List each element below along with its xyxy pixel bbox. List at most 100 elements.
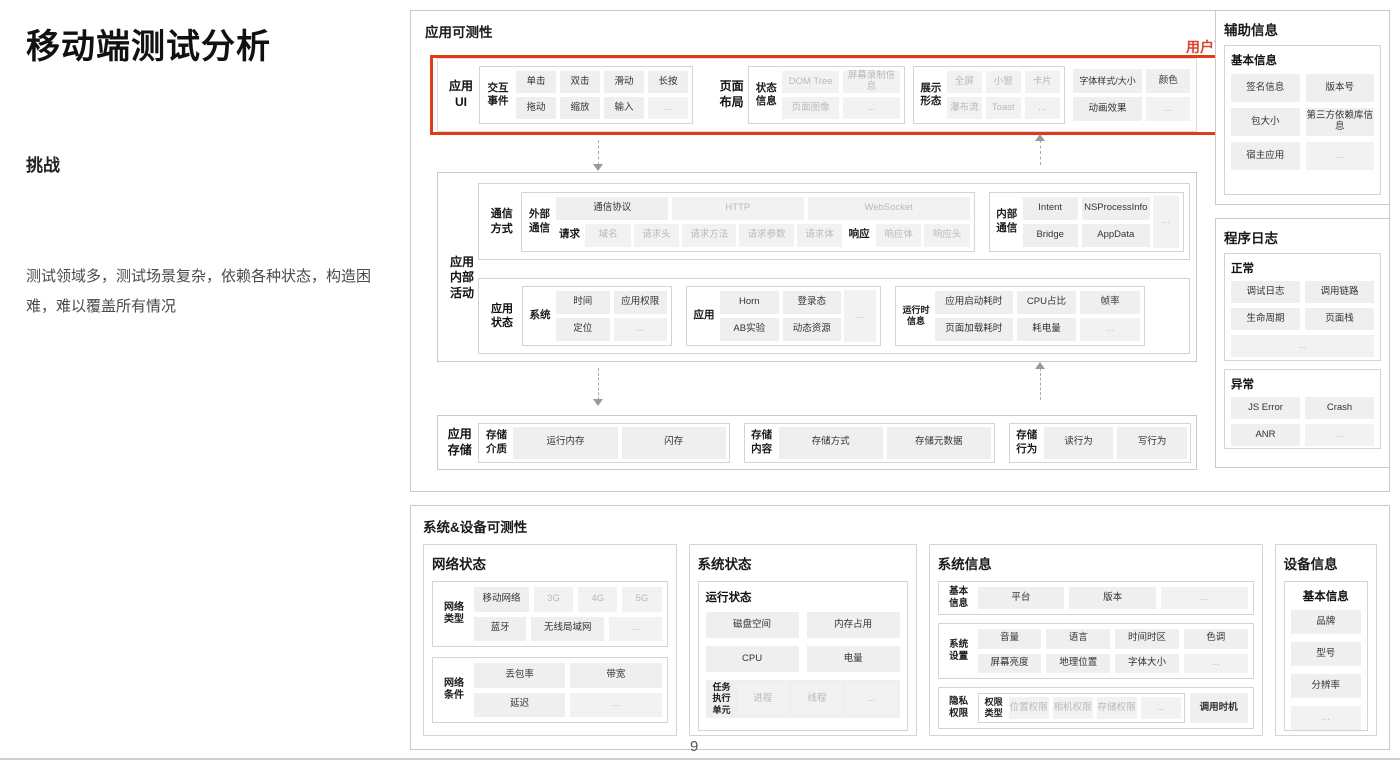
chip-log-normal-more[interactable]: ... bbox=[1231, 335, 1374, 357]
chip-log-normal[interactable]: 页面栈 bbox=[1305, 308, 1374, 330]
chip-internal-comm[interactable]: AppData bbox=[1081, 223, 1150, 247]
chip-aux-basic[interactable]: 第三方依赖库信息 bbox=[1305, 108, 1374, 136]
chip-permission[interactable]: 存储权限 bbox=[1096, 697, 1137, 719]
chip-storage-behavior[interactable]: 读行为 bbox=[1043, 426, 1114, 459]
chip-sys-setting[interactable]: 字体大小 bbox=[1115, 653, 1179, 673]
chip-sys-setting[interactable]: 音量 bbox=[977, 629, 1042, 649]
chip-interaction[interactable]: 缩放 bbox=[560, 97, 600, 119]
chip-task-unit-more[interactable]: ... bbox=[846, 683, 897, 715]
chip-storage-medium[interactable]: 运行内存 bbox=[513, 426, 618, 459]
chip-running-state[interactable]: CPU bbox=[705, 646, 799, 672]
chip-network-condition[interactable]: 丢包率 bbox=[474, 663, 566, 688]
chip-runtime[interactable]: CPU占比 bbox=[1016, 291, 1077, 314]
chip-sysinfo-basic[interactable]: 版本 bbox=[1069, 587, 1156, 609]
chip-protocol-websocket[interactable]: WebSocket bbox=[807, 196, 970, 220]
chip-aux-basic[interactable]: 宿主应用 bbox=[1231, 142, 1300, 170]
chip-app-state-application[interactable]: 动态资源 bbox=[782, 318, 841, 341]
chip-network-4g[interactable]: 4G bbox=[578, 587, 618, 612]
chip-app-state-system[interactable]: 应用权限 bbox=[613, 291, 667, 314]
chip-display-form[interactable]: 全屏 bbox=[946, 71, 982, 93]
chip-log-normal[interactable]: 生命周期 bbox=[1231, 308, 1300, 330]
chip-storage-medium[interactable]: 闪存 bbox=[621, 426, 726, 459]
chip-runtime[interactable]: 应用启动耗时 bbox=[935, 291, 1013, 314]
chip-app-state-application-more[interactable]: ... bbox=[844, 290, 876, 342]
chip-running-state[interactable]: 磁盘空间 bbox=[705, 612, 799, 638]
chip-state-info[interactable]: 页面图像 bbox=[782, 97, 840, 119]
chip-storage-content[interactable]: 存储元数据 bbox=[886, 426, 991, 459]
chip-network-type-more[interactable]: ... bbox=[609, 616, 662, 641]
chip-request[interactable]: 域名 bbox=[585, 223, 631, 247]
chip-permission[interactable]: 相机权限 bbox=[1052, 697, 1093, 719]
chip-device-basic[interactable]: 品牌 bbox=[1290, 610, 1361, 634]
chip-display-form[interactable]: 瀑布流 bbox=[946, 97, 982, 119]
chip-interaction[interactable]: 长按 bbox=[648, 71, 688, 93]
chip-app-state-application[interactable]: Horn bbox=[720, 291, 779, 314]
chip-task-unit[interactable]: 进程 bbox=[737, 683, 788, 715]
chip-network-condition[interactable]: 延迟 bbox=[474, 692, 566, 717]
chip-protocol-label[interactable]: 通信协议 bbox=[556, 196, 668, 220]
chip-color[interactable]: 颜色 bbox=[1146, 69, 1190, 93]
chip-animation[interactable]: 动画效果 bbox=[1072, 97, 1143, 121]
chip-request[interactable]: 请求头 bbox=[633, 223, 680, 247]
chip-sys-setting-more[interactable]: ... bbox=[1183, 653, 1248, 673]
chip-aux-basic[interactable]: 签名信息 bbox=[1231, 74, 1300, 102]
chip-request[interactable]: 请求体 bbox=[796, 223, 843, 247]
chip-style-more[interactable]: ... bbox=[1146, 97, 1190, 121]
chip-device-basic[interactable]: 分辨率 bbox=[1290, 674, 1361, 698]
chip-call-timing[interactable]: 调用时机 bbox=[1189, 693, 1248, 723]
chip-app-state-system[interactable]: 时间 bbox=[556, 291, 610, 314]
chip-request[interactable]: 请求参数 bbox=[739, 223, 794, 247]
chip-display-form[interactable]: Toast bbox=[985, 97, 1021, 119]
chip-device-basic-more[interactable]: ... bbox=[1290, 706, 1361, 730]
chip-runtime[interactable]: 页面加载耗时 bbox=[935, 318, 1013, 341]
chip-runtime-more[interactable]: ... bbox=[1080, 318, 1140, 341]
chip-interaction[interactable]: 单击 bbox=[516, 71, 556, 93]
chip-sys-setting[interactable]: 语言 bbox=[1046, 629, 1111, 649]
chip-font-style[interactable]: 字体样式/大小 bbox=[1072, 69, 1143, 93]
chip-network-type[interactable]: 无线局域网 bbox=[531, 616, 605, 641]
chip-network-3g[interactable]: 3G bbox=[533, 587, 574, 612]
chip-app-state-application[interactable]: 登录态 bbox=[782, 291, 841, 314]
chip-log-abnormal[interactable]: JS Error bbox=[1231, 397, 1300, 419]
chip-internal-comm[interactable]: Bridge bbox=[1022, 223, 1078, 247]
chip-display-form-more[interactable]: ... bbox=[1024, 97, 1060, 119]
chip-interaction[interactable]: 输入 bbox=[604, 97, 644, 119]
chip-sys-setting[interactable]: 屏幕亮度 bbox=[977, 653, 1042, 673]
chip-interaction[interactable]: 双击 bbox=[560, 71, 600, 93]
chip-internal-comm-more[interactable]: ... bbox=[1153, 195, 1179, 248]
chip-network-condition-more[interactable]: ... bbox=[570, 692, 662, 717]
chip-sys-setting[interactable]: 时间时区 bbox=[1115, 629, 1179, 649]
chip-task-unit[interactable]: 线程 bbox=[791, 683, 843, 715]
chip-interaction-more[interactable]: ... bbox=[648, 97, 688, 119]
chip-internal-comm[interactable]: NSProcessInfo bbox=[1081, 196, 1150, 220]
chip-interaction[interactable]: 滑动 bbox=[604, 71, 644, 93]
chip-network-type[interactable]: 蓝牙 bbox=[474, 616, 527, 641]
chip-request[interactable]: 请求方法 bbox=[682, 223, 737, 247]
chip-sysinfo-basic[interactable]: 平台 bbox=[977, 587, 1065, 609]
chip-log-abnormal[interactable]: ANR bbox=[1231, 424, 1300, 446]
chip-display-form[interactable]: 小窗 bbox=[985, 71, 1021, 93]
chip-protocol-http[interactable]: HTTP bbox=[671, 196, 804, 220]
chip-log-normal[interactable]: 调用链路 bbox=[1305, 281, 1374, 303]
chip-aux-basic[interactable]: 版本号 bbox=[1305, 74, 1374, 102]
chip-sys-setting[interactable]: 色调 bbox=[1183, 629, 1248, 649]
chip-sysinfo-basic-more[interactable]: ... bbox=[1160, 587, 1248, 609]
chip-sys-setting[interactable]: 地理位置 bbox=[1046, 653, 1111, 673]
chip-app-state-application[interactable]: AB实验 bbox=[720, 318, 779, 341]
chip-log-normal[interactable]: 调试日志 bbox=[1231, 281, 1300, 303]
chip-state-info[interactable]: 屏幕录制信息 bbox=[843, 70, 900, 93]
chip-state-info-more[interactable]: ... bbox=[843, 97, 900, 119]
chip-app-state-system[interactable]: 定位 bbox=[556, 318, 610, 341]
chip-device-basic[interactable]: 型号 bbox=[1290, 642, 1361, 666]
chip-log-abnormal-more[interactable]: ... bbox=[1305, 424, 1374, 446]
chip-log-abnormal[interactable]: Crash bbox=[1305, 397, 1374, 419]
chip-internal-comm[interactable]: Intent bbox=[1022, 196, 1078, 220]
chip-mobile-network[interactable]: 移动网络 bbox=[474, 587, 529, 612]
chip-response[interactable]: 响应头 bbox=[924, 223, 970, 247]
chip-running-state[interactable]: 电量 bbox=[806, 646, 900, 672]
chip-aux-basic-more[interactable]: ... bbox=[1305, 142, 1374, 170]
chip-network-5g[interactable]: 5G bbox=[622, 587, 662, 612]
chip-runtime[interactable]: 耗电量 bbox=[1016, 318, 1077, 341]
chip-interaction[interactable]: 拖动 bbox=[516, 97, 556, 119]
chip-aux-basic[interactable]: 包大小 bbox=[1231, 108, 1300, 136]
